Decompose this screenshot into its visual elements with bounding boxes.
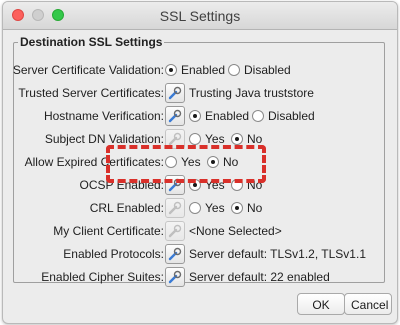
wrench-edit-icon (168, 270, 182, 284)
row-server-certificate-validation: Server Certificate Validation: Enabled D… (12, 60, 386, 80)
window-title: SSL Settings (159, 8, 241, 24)
label-my-client-certificate: My Client Certificate: (53, 224, 164, 238)
radio-hostname-verification-enabled[interactable] (189, 110, 201, 122)
radio-label-disabled: Disabled (268, 109, 315, 123)
row-hostname-verification: Hostname Verification: Enabled Disabled (14, 106, 386, 126)
radio-label-yes: Yes (205, 132, 225, 146)
ssl-settings-dialog: SSL Settings Destination SSL Settings Se… (2, 1, 398, 324)
value-my-client-certificate: <None Selected> (189, 224, 282, 238)
radio-label-enabled: Enabled (205, 109, 250, 123)
label-crl-enabled: CRL Enabled: (89, 201, 164, 215)
wrench-edit-icon (168, 247, 182, 261)
wrench-edit-icon (168, 109, 182, 123)
edit-enabled-cipher-suites-button[interactable] (165, 267, 185, 287)
radio-crl-no[interactable] (231, 202, 243, 214)
ok-button[interactable]: OK (297, 293, 345, 315)
wrench-edit-icon (168, 86, 182, 100)
radio-server-cert-validation-enabled[interactable] (165, 64, 177, 76)
label-enabled-protocols: Enabled Protocols: (63, 247, 164, 261)
wrench-edit-icon (168, 201, 182, 215)
wrench-edit-icon (168, 224, 182, 238)
value-trusted-server-certificates: Trusting Java truststore (189, 86, 314, 100)
edit-crl-button (165, 198, 185, 218)
ocsp-highlight-box (106, 145, 266, 183)
label-subject-dn-validation: Subject DN Validation: (44, 132, 164, 146)
radio-subject-dn-no[interactable] (231, 133, 243, 145)
radio-label-yes: Yes (205, 201, 225, 215)
label-hostname-verification: Hostname Verification: (43, 109, 164, 123)
radio-subject-dn-yes[interactable] (189, 133, 201, 145)
cancel-button[interactable]: Cancel (344, 293, 392, 315)
radio-label-no: No (247, 201, 263, 215)
value-enabled-protocols: Server default: TLSv1.2, TLSv1.1 (189, 247, 366, 261)
row-trusted-server-certificates: Trusted Server Certificates: Trusting Ja… (14, 83, 386, 103)
title-bar: SSL Settings (3, 2, 397, 30)
edit-trusted-certificates-button[interactable] (165, 83, 185, 103)
edit-hostname-verification-button[interactable] (165, 106, 185, 126)
edit-client-certificate-button (165, 221, 185, 241)
label-trusted-server-certificates: Trusted Server Certificates: (18, 86, 164, 100)
row-crl-enabled: CRL Enabled: Yes No (14, 198, 386, 218)
group-legend: Destination SSL Settings (20, 35, 163, 49)
radio-server-cert-validation-disabled[interactable] (228, 64, 240, 76)
radio-label-enabled: Enabled (181, 63, 226, 77)
radio-crl-yes[interactable] (189, 202, 201, 214)
row-my-client-certificate: My Client Certificate: <None Selected> (14, 221, 386, 241)
radio-hostname-verification-disabled[interactable] (252, 110, 264, 122)
row-enabled-cipher-suites: Enabled Cipher Suites: Server default: 2… (14, 267, 386, 287)
edit-enabled-protocols-button[interactable] (165, 244, 185, 264)
wrench-edit-icon (168, 132, 182, 146)
radio-label-disabled: Disabled (244, 63, 291, 77)
row-enabled-protocols: Enabled Protocols: Server default: TLSv1… (14, 244, 386, 264)
label-server-certificate-validation: Server Certificate Validation: (12, 63, 164, 77)
value-enabled-cipher-suites: Server default: 22 enabled (189, 270, 330, 284)
label-enabled-cipher-suites: Enabled Cipher Suites: (41, 270, 164, 284)
radio-label-no: No (247, 132, 263, 146)
